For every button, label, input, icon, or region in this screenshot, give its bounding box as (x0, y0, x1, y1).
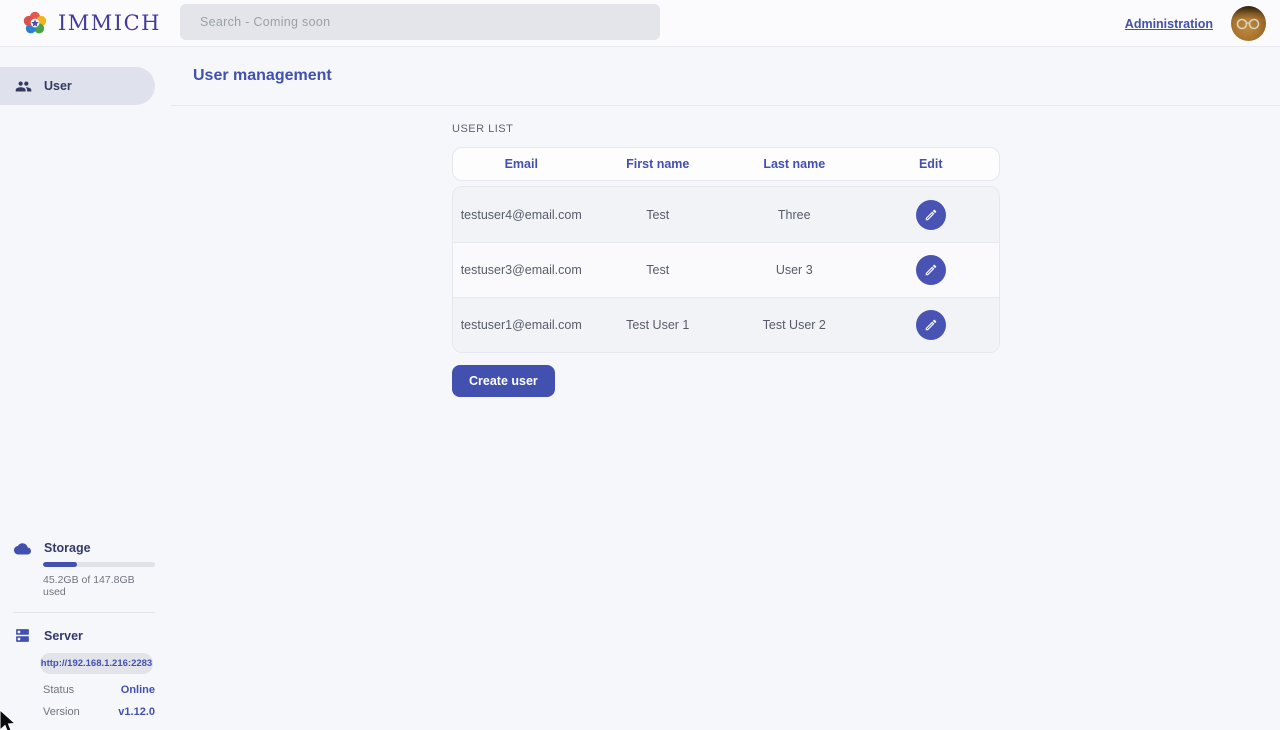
main-header: User management (171, 47, 1280, 106)
page-title: User management (193, 67, 332, 85)
top-bar: IMMICH Administration (0, 0, 1280, 47)
column-header-email: Email (453, 157, 590, 171)
server-status-row: Status Online (43, 684, 155, 696)
edit-user-button[interactable] (916, 200, 946, 230)
column-header-last-name: Last name (726, 157, 863, 171)
server-version-value: v1.12.0 (118, 706, 155, 718)
server-title: Server (44, 629, 83, 643)
brand-name: IMMICH (58, 11, 161, 35)
sidebar: User Storage 45.2GB of 147.8GB used Serv… (0, 47, 171, 730)
user-table-header: Email First name Last name Edit (452, 147, 1000, 181)
cell-first-name: Test User 1 (590, 318, 727, 332)
sidebar-item-user[interactable]: User (0, 67, 155, 105)
main-content: User management USER LIST Email First na… (171, 47, 1280, 730)
pencil-icon (924, 318, 938, 332)
cell-last-name: User 3 (726, 263, 863, 277)
cell-first-name: Test (590, 263, 727, 277)
server-version-row: Version v1.12.0 (43, 706, 155, 718)
glasses-on-wood-photo (1235, 18, 1262, 30)
sidebar-item-user-label: User (44, 79, 72, 93)
edit-user-button[interactable] (916, 310, 946, 340)
table-row: testuser4@email.com Test Three (453, 187, 999, 242)
server-status-label: Status (43, 684, 74, 696)
pencil-icon (924, 263, 938, 277)
server-url-badge: http://192.168.1.216:2283 (40, 653, 153, 674)
storage-section-header: Storage (14, 541, 155, 555)
sidebar-divider (14, 612, 155, 613)
cell-first-name: Test (590, 208, 727, 222)
cloud-icon (14, 542, 31, 555)
storage-title: Storage (44, 541, 91, 555)
administration-link[interactable]: Administration (1125, 17, 1213, 31)
user-list-label: USER LIST (452, 123, 1000, 135)
create-user-button[interactable]: Create user (452, 365, 555, 397)
immich-flower-icon (20, 8, 50, 38)
search-input[interactable] (180, 4, 660, 40)
dns-server-icon (14, 627, 31, 644)
server-status-value: Online (121, 684, 155, 696)
cell-email: testuser1@email.com (453, 318, 590, 332)
group-icon (15, 78, 32, 95)
cell-email: testuser4@email.com (453, 208, 590, 222)
server-section-header: Server (14, 627, 155, 644)
storage-progress-fill (43, 562, 77, 567)
storage-usage-caption: 45.2GB of 147.8GB used (43, 574, 155, 598)
table-row: testuser3@email.com Test User 3 (453, 242, 999, 297)
cell-last-name: Test User 2 (726, 318, 863, 332)
cell-last-name: Three (726, 208, 863, 222)
edit-user-button[interactable] (916, 255, 946, 285)
table-row: testuser1@email.com Test User 1 Test Use… (453, 297, 999, 352)
user-avatar[interactable] (1231, 6, 1266, 41)
storage-progress-track (43, 562, 155, 567)
user-table-body: testuser4@email.com Test Three testuser3… (452, 186, 1000, 353)
sidebar-footer: Storage 45.2GB of 147.8GB used Server ht… (0, 541, 171, 730)
column-header-first-name: First name (590, 157, 727, 171)
server-version-label: Version (43, 706, 80, 718)
user-list-section: USER LIST Email First name Last name Edi… (452, 106, 1000, 397)
pencil-icon (924, 208, 938, 222)
cell-email: testuser3@email.com (453, 263, 590, 277)
column-header-edit: Edit (863, 157, 1000, 171)
immich-brand[interactable]: IMMICH (20, 8, 161, 38)
